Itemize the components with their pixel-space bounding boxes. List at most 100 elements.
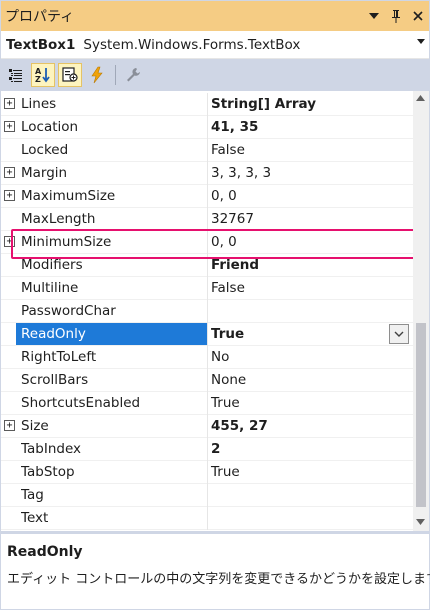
- object-type: System.Windows.Forms.TextBox: [83, 36, 301, 53]
- column-separator: [207, 507, 208, 530]
- column-separator: [207, 369, 208, 392]
- property-value[interactable]: No: [211, 346, 229, 368]
- property-name[interactable]: MaximumSize: [21, 185, 207, 207]
- column-separator: [207, 139, 208, 162]
- property-name[interactable]: Locked: [21, 139, 207, 161]
- property-row[interactable]: + Lines String[] Array: [1, 93, 413, 116]
- property-row[interactable]: + MaximumSize 0, 0: [1, 185, 413, 208]
- property-value[interactable]: 3, 3, 3, 3: [211, 162, 271, 184]
- property-value[interactable]: False: [211, 277, 245, 299]
- window-menu-dropdown-icon[interactable]: [363, 5, 385, 27]
- property-row[interactable]: TabIndex 2: [1, 438, 413, 461]
- expand-icon[interactable]: +: [4, 420, 15, 431]
- value-dropdown-button[interactable]: [389, 324, 409, 344]
- scroll-up-icon[interactable]: [416, 94, 425, 104]
- column-separator: [207, 346, 208, 369]
- alphabetical-icon[interactable]: A Z: [31, 63, 55, 87]
- property-row[interactable]: ShortcutsEnabled True: [1, 392, 413, 415]
- expand-icon[interactable]: +: [4, 98, 15, 109]
- property-name[interactable]: RightToLeft: [21, 346, 207, 368]
- column-separator: [207, 438, 208, 461]
- column-separator: [207, 392, 208, 415]
- property-name[interactable]: ShortcutsEnabled: [21, 392, 207, 414]
- expand-icon[interactable]: +: [4, 121, 15, 132]
- property-name[interactable]: Text: [21, 507, 207, 529]
- property-value[interactable]: False: [211, 139, 245, 161]
- expand-icon[interactable]: +: [4, 236, 15, 247]
- property-row[interactable]: ScrollBars None: [1, 369, 413, 392]
- property-value[interactable]: Friend: [211, 254, 259, 276]
- scroll-down-icon[interactable]: [416, 518, 425, 528]
- property-row[interactable]: MaxLength 32767: [1, 208, 413, 231]
- close-icon[interactable]: [407, 5, 429, 27]
- column-separator: [207, 461, 208, 484]
- property-value[interactable]: True: [211, 323, 244, 345]
- column-separator: [207, 323, 208, 346]
- property-name[interactable]: MaxLength: [21, 208, 207, 230]
- property-grid: + Lines String[] Array + Location 41, 35 Locke…: [1, 91, 429, 531]
- property-value[interactable]: 455, 27: [211, 415, 268, 437]
- events-icon[interactable]: [85, 63, 109, 87]
- property-name[interactable]: Lines: [21, 93, 207, 115]
- column-separator: [207, 185, 208, 208]
- scrollbar-thumb[interactable]: [416, 323, 426, 507]
- property-name[interactable]: Modifiers: [21, 254, 207, 276]
- property-value[interactable]: True: [211, 461, 240, 483]
- property-name[interactable]: ScrollBars: [21, 369, 207, 391]
- expand-icon[interactable]: +: [4, 167, 15, 178]
- property-row[interactable]: + Size 455, 27: [1, 415, 413, 438]
- property-name[interactable]: PasswordChar: [21, 300, 207, 322]
- column-separator: [207, 484, 208, 507]
- expand-icon[interactable]: +: [4, 190, 15, 201]
- column-separator: [207, 231, 208, 254]
- description-title: ReadOnly: [7, 544, 83, 560]
- svg-text:Z: Z: [35, 75, 41, 84]
- title-bar: プロパティ: [1, 1, 429, 31]
- column-separator: [207, 277, 208, 300]
- property-row[interactable]: RightToLeft No: [1, 346, 413, 369]
- property-row[interactable]: Tag: [1, 484, 413, 507]
- property-row[interactable]: Multiline False: [1, 277, 413, 300]
- title-bar-buttons: [363, 1, 429, 31]
- property-value[interactable]: 0, 0: [211, 231, 237, 253]
- property-name[interactable]: Margin: [21, 162, 207, 184]
- property-row[interactable]: + MinimumSize 0, 0: [1, 231, 413, 254]
- property-row[interactable]: + Location 41, 35: [1, 116, 413, 139]
- property-value[interactable]: True: [211, 392, 240, 414]
- property-name[interactable]: Multiline: [21, 277, 207, 299]
- categorized-icon[interactable]: [4, 63, 28, 87]
- grid-scrollbar[interactable]: [413, 91, 429, 531]
- toolbar-separator: [115, 65, 116, 85]
- property-value[interactable]: 41, 35: [211, 116, 258, 138]
- property-row[interactable]: TabStop True: [1, 461, 413, 484]
- property-row[interactable]: ReadOnly True: [1, 323, 413, 346]
- object-selector[interactable]: TextBox1 System.Windows.Forms.TextBox: [1, 31, 429, 59]
- property-name[interactable]: Tag: [21, 484, 207, 506]
- property-name[interactable]: Location: [21, 116, 207, 138]
- pin-icon[interactable]: [385, 5, 407, 27]
- properties-icon[interactable]: [58, 63, 82, 87]
- property-value[interactable]: String[] Array: [211, 93, 316, 115]
- property-name[interactable]: Size: [21, 415, 207, 437]
- property-row[interactable]: + Margin 3, 3, 3, 3: [1, 162, 413, 185]
- window-title: プロパティ: [5, 9, 75, 25]
- column-separator: [207, 208, 208, 231]
- column-separator: [207, 254, 208, 277]
- property-pages-icon[interactable]: [121, 63, 145, 87]
- property-value[interactable]: 32767: [211, 208, 254, 230]
- property-name[interactable]: TabIndex: [21, 438, 207, 460]
- properties-toolbar: A Z: [1, 59, 429, 91]
- property-value[interactable]: 2: [211, 438, 220, 460]
- property-row[interactable]: Modifiers Friend: [1, 254, 413, 277]
- property-value[interactable]: 0, 0: [211, 185, 237, 207]
- property-row[interactable]: Text: [1, 507, 413, 530]
- property-name[interactable]: TabStop: [21, 461, 207, 483]
- column-separator: [207, 415, 208, 438]
- property-name[interactable]: ReadOnly: [16, 323, 207, 345]
- property-name[interactable]: MinimumSize: [21, 231, 207, 253]
- description-pane: ReadOnly エディット コントロールの中の文字列を変更できるかどうかを設定…: [1, 534, 430, 609]
- chevron-down-icon[interactable]: [417, 37, 425, 47]
- property-value[interactable]: None: [211, 369, 246, 391]
- property-row[interactable]: Locked False: [1, 139, 413, 162]
- property-row[interactable]: PasswordChar: [1, 300, 413, 323]
